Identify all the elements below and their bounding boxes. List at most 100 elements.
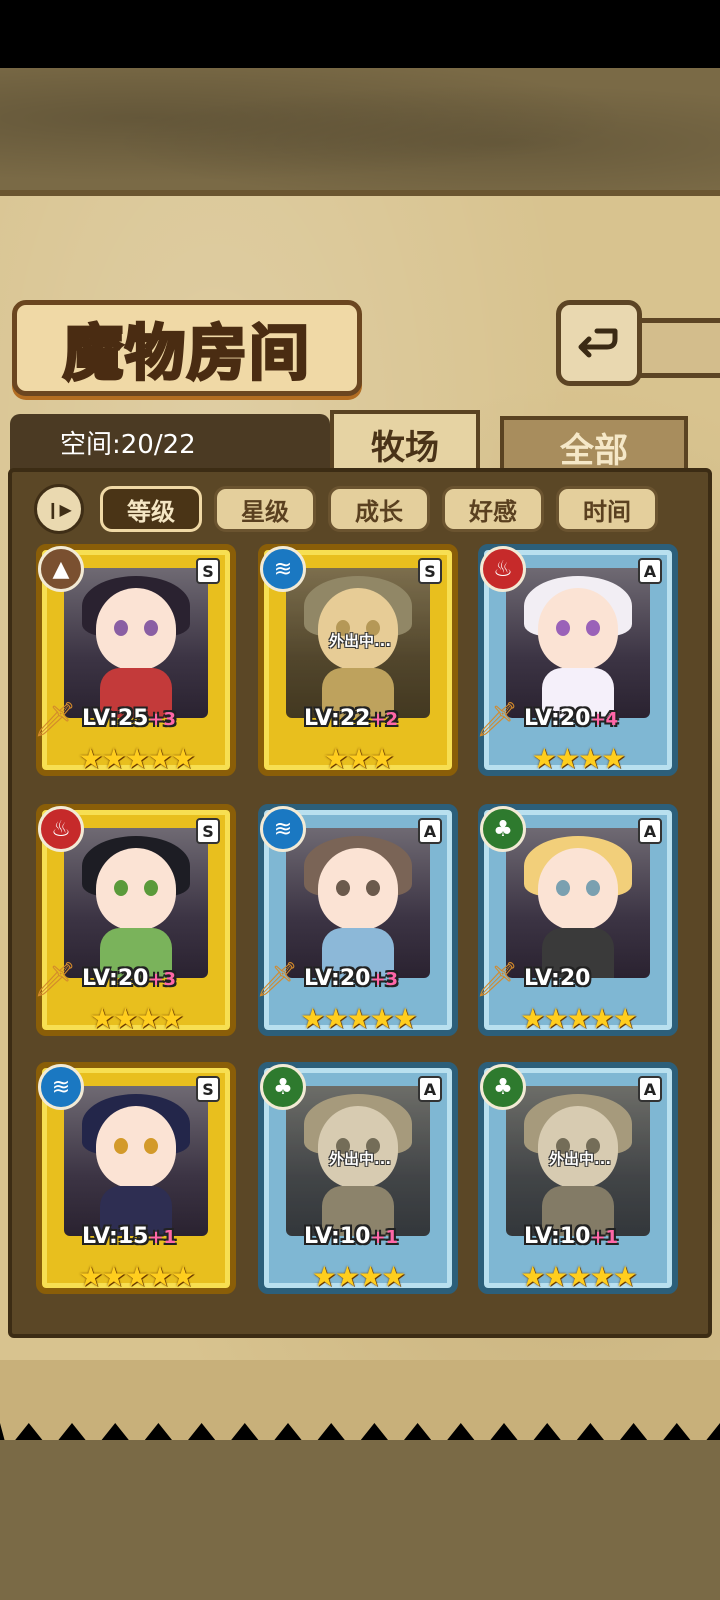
element-water-icon: ≋ xyxy=(260,806,306,852)
star-rating: ★★★★ xyxy=(531,742,626,775)
monster-portrait xyxy=(64,568,208,718)
level-value: LV:22 xyxy=(304,706,371,731)
monster-portrait xyxy=(506,828,650,978)
away-status: 外出中... xyxy=(328,1150,392,1168)
sort-affection-button[interactable]: 好感 xyxy=(442,486,544,532)
monster-portrait xyxy=(64,828,208,978)
monster-card[interactable]: ♣ A 外出中... LV:10+1 ★★★★★ xyxy=(478,1062,678,1294)
monster-eye xyxy=(144,1138,158,1154)
star-rating: ★★★★ xyxy=(311,1260,406,1293)
rank-badge: A xyxy=(418,1076,442,1102)
monster-card[interactable]: ≋ A 🗡 LV:20+3 ★★★★★ xyxy=(255,804,458,1036)
pause-sort-icon[interactable]: ❙▶ xyxy=(34,484,84,534)
sort-stars-button[interactable]: 星级 xyxy=(214,486,316,532)
monster-card[interactable]: ≋ S LV:15+1 ★★★★★ xyxy=(36,1062,236,1294)
sort-stars-label: 星级 xyxy=(241,497,289,526)
monster-level: LV:20+3 xyxy=(82,966,232,996)
level-value: LV:25 xyxy=(82,706,149,731)
element-grass-icon: ♣ xyxy=(260,1064,306,1110)
level-bonus: +3 xyxy=(148,709,177,730)
element-grass-icon: ♣ xyxy=(480,1064,526,1110)
element-fire-icon: ♨ xyxy=(480,546,526,592)
tab-ranch[interactable]: 牧场 xyxy=(330,410,480,474)
header-bar xyxy=(630,318,720,378)
level-value: LV:20 xyxy=(524,966,591,991)
star-rating: ★★★★ xyxy=(89,1002,184,1035)
monster-level: LV:10+1 xyxy=(524,1224,674,1254)
monster-eye xyxy=(114,1138,128,1154)
monster-level: LV:20 xyxy=(524,966,674,996)
rank-badge: A xyxy=(638,1076,662,1102)
sort-time-label: 时间 xyxy=(583,497,631,526)
monster-face xyxy=(318,848,398,930)
star-rating: ★★★★★ xyxy=(300,1002,418,1035)
monster-face xyxy=(318,588,398,670)
monster-level: LV:22+2 xyxy=(304,706,454,736)
monster-card[interactable]: ♣ A 🗡 LV:20 ★★★★★ xyxy=(475,804,678,1036)
monster-card[interactable]: ♨ A 🗡 LV:20+4 ★★★★ xyxy=(475,544,678,776)
sort-growth-label: 成长 xyxy=(355,497,403,526)
title-plate: 魔物房间 xyxy=(12,300,362,396)
monster-level: LV:25+3 xyxy=(82,706,232,736)
monster-level: LV:20+3 xyxy=(304,966,454,996)
star-rating: ★★★ xyxy=(323,742,394,775)
away-status: 外出中... xyxy=(548,1150,612,1168)
level-value: LV:20 xyxy=(524,706,591,731)
sort-level-button[interactable]: 等级 xyxy=(100,486,202,532)
panel-torn-edge xyxy=(0,1360,720,1450)
away-status: 外出中... xyxy=(328,632,392,650)
sword-icon: 🗡 xyxy=(475,700,519,740)
level-value: LV:10 xyxy=(524,1224,591,1249)
tabs-row: 空间:20/22 牧场 全部 xyxy=(0,410,720,474)
map-background-bottom xyxy=(0,1440,720,1600)
monster-eye xyxy=(586,880,600,896)
sort-time-button[interactable]: 时间 xyxy=(556,486,658,532)
level-bonus: +1 xyxy=(370,1227,399,1248)
level-bonus: +3 xyxy=(148,969,177,990)
monster-face xyxy=(538,848,618,930)
tab-all[interactable]: 全部 xyxy=(500,416,688,474)
monster-face xyxy=(96,848,176,930)
monster-eye xyxy=(556,620,570,636)
space-capacity-label: 空间:20/22 xyxy=(60,429,196,460)
monster-portrait xyxy=(506,568,650,718)
rank-badge: S xyxy=(196,818,220,844)
monster-eye xyxy=(114,620,128,636)
element-fire-icon: ♨ xyxy=(38,806,84,852)
sword-icon: 🗡 xyxy=(33,700,77,740)
monster-face xyxy=(538,588,618,670)
sword-icon: 🗡 xyxy=(33,960,77,1000)
element-water-icon: ≋ xyxy=(260,546,306,592)
monster-level: LV:20+4 xyxy=(524,706,674,736)
monster-card[interactable]: ▲ S 🗡 LV:25+3 ★★★★★ xyxy=(33,544,236,776)
level-value: LV:20 xyxy=(304,966,371,991)
rank-badge: A xyxy=(638,558,662,584)
monster-card[interactable]: ♨ S 🗡 LV:20+3 ★★★★ xyxy=(33,804,236,1036)
monster-portrait xyxy=(64,1086,208,1236)
monster-card[interactable]: ≋ S 外出中... LV:22+2 ★★★ xyxy=(258,544,458,776)
level-bonus: +1 xyxy=(590,1227,619,1248)
sort-affection-label: 好感 xyxy=(469,497,517,526)
star-rating: ★★★★★ xyxy=(78,742,196,775)
element-earth-icon: ▲ xyxy=(38,546,84,592)
back-button[interactable] xyxy=(556,300,642,386)
level-bonus: +3 xyxy=(370,969,399,990)
monster-face xyxy=(318,1106,398,1188)
level-bonus: +1 xyxy=(148,1227,177,1248)
level-bonus: +4 xyxy=(590,709,619,730)
star-rating: ★★★★★ xyxy=(78,1260,196,1293)
monster-level: LV:15+1 xyxy=(82,1224,232,1254)
monster-eye xyxy=(114,880,128,896)
sword-icon: 🗡 xyxy=(475,960,519,1000)
monster-face xyxy=(538,1106,618,1188)
monster-eye xyxy=(366,880,380,896)
sort-growth-button[interactable]: 成长 xyxy=(328,486,430,532)
rank-badge: A xyxy=(638,818,662,844)
monster-face xyxy=(96,588,176,670)
monster-card[interactable]: ♣ A 外出中... LV:10+1 ★★★★ xyxy=(258,1062,458,1294)
element-water-icon: ≋ xyxy=(38,1064,84,1110)
monster-portrait xyxy=(286,828,430,978)
tab-all-label: 全部 xyxy=(560,430,628,471)
space-capacity: 空间:20/22 xyxy=(10,414,330,470)
element-grass-icon: ♣ xyxy=(480,806,526,852)
